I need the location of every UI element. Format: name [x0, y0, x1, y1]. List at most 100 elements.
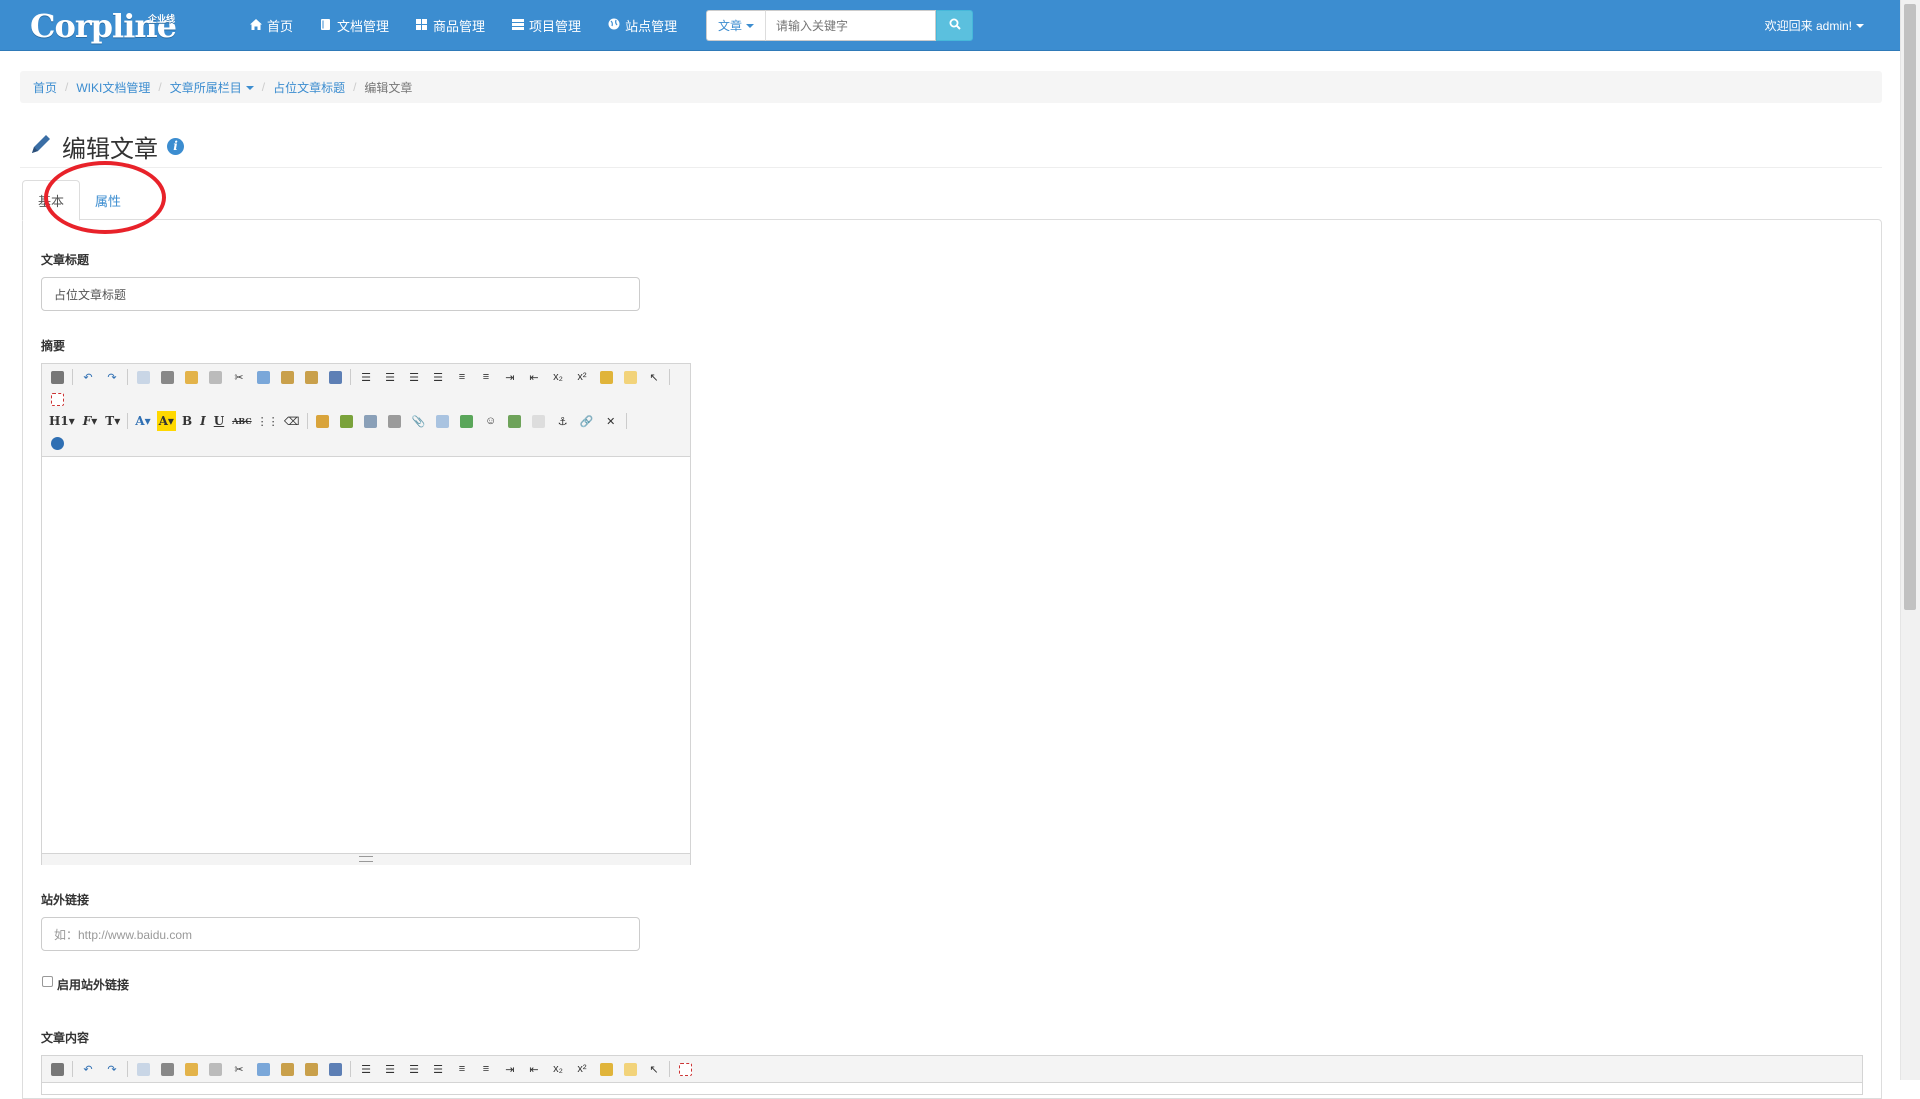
- align-justify-icon[interactable]: ☰: [428, 1059, 448, 1079]
- breadcrumb-article[interactable]: 占位文章标题: [273, 79, 345, 96]
- logo[interactable]: Corpline 企业线: [30, 6, 180, 46]
- summary-editor-resize[interactable]: [42, 853, 690, 865]
- pointer-icon[interactable]: ↖: [644, 1059, 664, 1079]
- fullscreen-icon[interactable]: [675, 1059, 695, 1079]
- search-input[interactable]: [765, 10, 936, 41]
- align-left-icon[interactable]: ☰: [356, 367, 376, 387]
- unordered-list-icon[interactable]: ≡: [476, 1059, 496, 1079]
- highlight-button[interactable]: A▾: [156, 411, 176, 431]
- copy-icon[interactable]: [253, 367, 273, 387]
- align-left-icon[interactable]: ☰: [356, 1059, 376, 1079]
- nav-item-products[interactable]: 商品管理: [402, 0, 498, 51]
- emoticon-icon[interactable]: ☺: [481, 411, 501, 431]
- nav-item-sites[interactable]: 站点管理: [594, 0, 690, 51]
- template-icon[interactable]: [181, 1059, 201, 1079]
- source-icon[interactable]: [47, 1059, 67, 1079]
- copy-icon[interactable]: [253, 1059, 273, 1079]
- source-icon[interactable]: [47, 367, 67, 387]
- link-icon[interactable]: 🔗: [577, 411, 597, 431]
- tab-attributes[interactable]: 属性: [80, 180, 136, 220]
- clear-format-icon[interactable]: [596, 1059, 616, 1079]
- pagebreak-icon[interactable]: [529, 411, 549, 431]
- print-icon[interactable]: [157, 367, 177, 387]
- search-type-dropdown[interactable]: 文章: [706, 10, 765, 41]
- select-all-icon[interactable]: [620, 367, 640, 387]
- line-height-icon[interactable]: ⋮⋮: [257, 411, 279, 431]
- user-menu[interactable]: 欢迎回来 admin!: [1765, 0, 1864, 51]
- summary-editor-body[interactable]: [42, 457, 690, 853]
- breadcrumb-category-dropdown[interactable]: 文章所属栏目: [170, 79, 254, 96]
- nav-item-docs[interactable]: 文档管理: [306, 0, 402, 51]
- subscript-icon[interactable]: x₂: [548, 1059, 568, 1079]
- search-button[interactable]: [936, 10, 973, 41]
- enable-external-label[interactable]: 启用站外链接: [57, 976, 129, 993]
- heading-button[interactable]: H1 ▾: [47, 411, 77, 431]
- pointer-icon[interactable]: ↖: [644, 367, 664, 387]
- scrollbar-thumb[interactable]: [1904, 4, 1916, 610]
- align-center-icon[interactable]: ☰: [380, 367, 400, 387]
- strikethrough-button[interactable]: ABC: [230, 411, 253, 431]
- align-right-icon[interactable]: ☰: [404, 1059, 424, 1079]
- indent-icon[interactable]: ⇥: [500, 367, 520, 387]
- unordered-list-icon[interactable]: ≡: [476, 367, 496, 387]
- subscript-icon[interactable]: x₂: [548, 367, 568, 387]
- font-family-button[interactable]: F ▾: [81, 411, 100, 431]
- ordered-list-icon[interactable]: ≡: [452, 1059, 472, 1079]
- code-icon[interactable]: [205, 1059, 225, 1079]
- image-icon[interactable]: [313, 411, 333, 431]
- paste-text-icon[interactable]: [301, 367, 321, 387]
- info-icon[interactable]: i: [167, 138, 184, 155]
- undo-icon[interactable]: ↶: [78, 1059, 98, 1079]
- nav-item-home[interactable]: 首页: [236, 0, 306, 51]
- multi-image-icon[interactable]: [337, 411, 357, 431]
- paste-word-icon[interactable]: [325, 1059, 345, 1079]
- preview-icon[interactable]: [133, 1059, 153, 1079]
- paste-icon[interactable]: [277, 1059, 297, 1079]
- anchor-icon[interactable]: ⚓: [553, 411, 573, 431]
- italic-button[interactable]: I: [198, 411, 208, 431]
- ordered-list-icon[interactable]: ≡: [452, 367, 472, 387]
- superscript-icon[interactable]: x²: [572, 1059, 592, 1079]
- help-icon[interactable]: [47, 433, 67, 453]
- align-justify-icon[interactable]: ☰: [428, 367, 448, 387]
- paste-text-icon[interactable]: [301, 1059, 321, 1079]
- template-icon[interactable]: [181, 367, 201, 387]
- print-icon[interactable]: [157, 1059, 177, 1079]
- attachment-icon[interactable]: 📎: [409, 411, 429, 431]
- breadcrumb-home[interactable]: 首页: [33, 79, 57, 96]
- nav-item-projects[interactable]: 项目管理: [498, 0, 594, 51]
- underline-button[interactable]: U: [212, 411, 226, 431]
- enable-external-checkbox[interactable]: [42, 976, 53, 987]
- cut-icon[interactable]: ✂: [229, 367, 249, 387]
- hr-icon[interactable]: [457, 411, 477, 431]
- bold-button[interactable]: B: [180, 411, 194, 431]
- outdent-icon[interactable]: ⇤: [524, 367, 544, 387]
- indent-icon[interactable]: ⇥: [500, 1059, 520, 1079]
- redo-icon[interactable]: ↷: [102, 1059, 122, 1079]
- font-size-button[interactable]: T ▾: [103, 411, 122, 431]
- undo-icon[interactable]: ↶: [78, 367, 98, 387]
- title-input[interactable]: 占位文章标题: [41, 277, 640, 311]
- baidu-map-icon[interactable]: [505, 411, 525, 431]
- code-icon[interactable]: [205, 367, 225, 387]
- outdent-icon[interactable]: ⇤: [524, 1059, 544, 1079]
- breadcrumb-wiki[interactable]: WIKI文档管理: [76, 79, 150, 96]
- align-center-icon[interactable]: ☰: [380, 1059, 400, 1079]
- align-right-icon[interactable]: ☰: [404, 367, 424, 387]
- superscript-icon[interactable]: x²: [572, 367, 592, 387]
- media-icon[interactable]: [385, 411, 405, 431]
- unlink-icon[interactable]: ✕: [601, 411, 621, 431]
- preview-icon[interactable]: [133, 367, 153, 387]
- paste-icon[interactable]: [277, 367, 297, 387]
- redo-icon[interactable]: ↷: [102, 367, 122, 387]
- select-all-icon[interactable]: [620, 1059, 640, 1079]
- paste-word-icon[interactable]: [325, 367, 345, 387]
- eraser-icon[interactable]: ⌫: [282, 411, 302, 431]
- external-link-input[interactable]: 如：http://www.baidu.com: [41, 917, 640, 951]
- table-icon[interactable]: [433, 411, 453, 431]
- tab-basic[interactable]: 基本: [22, 180, 81, 221]
- flash-icon[interactable]: [361, 411, 381, 431]
- cut-icon[interactable]: ✂: [229, 1059, 249, 1079]
- clear-format-icon[interactable]: [596, 367, 616, 387]
- fullscreen-icon[interactable]: [47, 389, 67, 409]
